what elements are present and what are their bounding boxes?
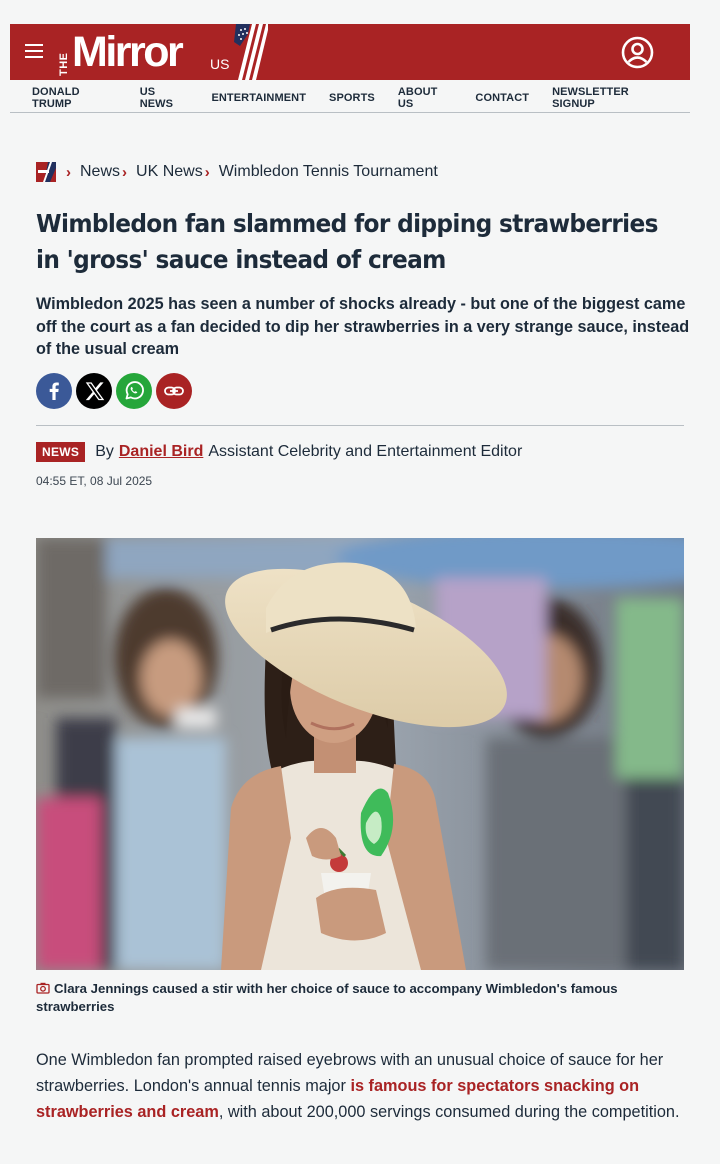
- share-bar: [36, 373, 196, 409]
- hero-image[interactable]: [36, 538, 684, 970]
- whatsapp-icon: [125, 381, 144, 400]
- author-link[interactable]: Daniel Bird: [119, 443, 203, 461]
- logo-word: Mirror: [72, 28, 184, 76]
- author-role: Assistant Celebrity and Entertainment Ed…: [208, 443, 523, 460]
- facebook-icon: [49, 382, 59, 400]
- nav-newsletter-signup[interactable]: NEWSLETTER SIGNUP: [552, 86, 667, 110]
- chevron-right-icon: ›: [66, 163, 71, 181]
- x-icon: [85, 382, 105, 401]
- account-icon[interactable]: [621, 36, 654, 69]
- nav-us-news[interactable]: US NEWS: [140, 86, 189, 110]
- breadcrumb-news[interactable]: News: [80, 163, 120, 181]
- mirror-home-icon[interactable]: [36, 162, 56, 182]
- nav-sports[interactable]: SPORTS: [329, 92, 375, 104]
- nav-donald-trump[interactable]: DONALD TRUMP: [32, 86, 117, 110]
- mirror-us-logo[interactable]: THE Mirror US: [58, 24, 278, 80]
- copy-link-button[interactable]: [156, 373, 192, 409]
- top-navigation: DONALD TRUMP US NEWS ENTERTAINMENT SPORT…: [10, 84, 690, 113]
- breadcrumb: › News › UK News › Wimbledon Tennis Tour…: [36, 160, 438, 184]
- woman-with-strawberries-photo: [36, 538, 684, 970]
- nav-contact[interactable]: CONTACT: [475, 92, 529, 104]
- nav-entertainment[interactable]: ENTERTAINMENT: [211, 92, 306, 104]
- logo-region: US: [210, 56, 230, 72]
- news-tag[interactable]: NEWS: [36, 442, 86, 462]
- breadcrumb-uk-news[interactable]: UK News: [136, 163, 203, 181]
- whatsapp-share-button[interactable]: [116, 373, 152, 409]
- breadcrumb-wimbledon[interactable]: Wimbledon Tennis Tournament: [219, 163, 438, 181]
- nav-about-us[interactable]: ABOUT US: [398, 86, 453, 110]
- by-label: By: [95, 443, 114, 460]
- image-caption: Clara Jennings caused a stir with her ch…: [36, 980, 684, 1016]
- site-header: THE Mirror US: [10, 24, 690, 80]
- logo-the: THE: [58, 52, 70, 77]
- divider: [36, 425, 684, 426]
- camera-icon: [36, 982, 50, 994]
- hamburger-menu-icon[interactable]: [25, 44, 43, 58]
- article-body-paragraph: One Wimbledon fan prompted raised eyebro…: [36, 1047, 688, 1125]
- image-caption-text: Clara Jennings caused a stir with her ch…: [36, 981, 618, 1014]
- link-icon: [164, 386, 184, 396]
- chevron-right-icon: ›: [204, 163, 210, 181]
- publish-timestamp: 04:55 ET, 08 Jul 2025: [36, 474, 153, 488]
- byline: NEWS By Daniel Bird Assistant Celebrity …: [36, 442, 522, 462]
- article-standfirst: Wimbledon 2025 has seen a number of shoc…: [36, 295, 690, 358]
- x-share-button[interactable]: [76, 373, 112, 409]
- chevron-right-icon: ›: [122, 163, 128, 181]
- article-headline: Wimbledon fan slammed for dipping strawb…: [36, 209, 658, 274]
- us-flag-stripes-icon: [234, 24, 268, 80]
- facebook-share-button[interactable]: [36, 373, 72, 409]
- body-text-after: , with about 200,000 servings consumed d…: [218, 1103, 680, 1121]
